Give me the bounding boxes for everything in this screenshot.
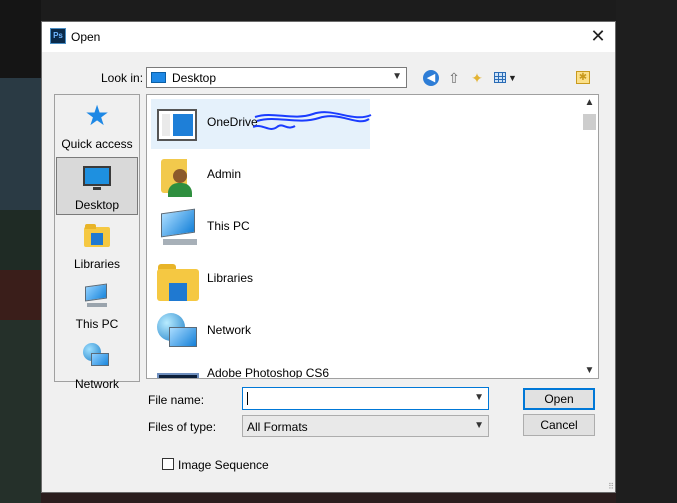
- resize-grip-icon[interactable]: ⠿: [608, 483, 614, 491]
- chevron-down-icon[interactable]: ▼: [474, 392, 484, 403]
- vertical-scrollbar[interactable]: ▲ ▼: [581, 95, 598, 378]
- list-item[interactable]: Admin: [151, 151, 571, 201]
- image-sequence-label[interactable]: Image Sequence: [178, 458, 269, 472]
- desktop-icon: [83, 166, 111, 190]
- cancel-button[interactable]: Cancel: [523, 414, 595, 436]
- chevron-down-icon: ▼: [474, 420, 484, 431]
- place-label: Libraries: [73, 257, 121, 271]
- libraries-icon: [84, 223, 110, 247]
- list-item[interactable]: This PC: [151, 203, 571, 253]
- background-app-right: [616, 0, 677, 503]
- onedrive-folder-icon: [157, 105, 197, 145]
- place-network[interactable]: Network: [56, 337, 138, 395]
- computer-icon: [83, 283, 111, 309]
- open-dialog: Ps Open ✕ Look in: Desktop ▼ ◀ ⇧ ✦ ▼ ✱ ★…: [41, 21, 616, 493]
- file-name: This PC: [207, 219, 250, 233]
- network-icon: [157, 313, 197, 353]
- dialog-title: Open: [71, 30, 101, 44]
- file-list[interactable]: OneDrive Admin This PC Libraries Network…: [146, 94, 599, 379]
- file-type-dropdown[interactable]: All Formats ▼: [242, 415, 489, 437]
- list-item[interactable]: Ps Adobe Photoshop CS6: [151, 359, 571, 379]
- list-item[interactable]: Network: [151, 307, 571, 357]
- places-sidebar: ★ Quick access Desktop Libraries This PC…: [54, 94, 140, 391]
- new-folder-icon[interactable]: ✦: [468, 69, 486, 87]
- star-icon: ★: [84, 100, 110, 131]
- look-in-value: Desktop: [172, 71, 217, 85]
- desktop-icon: [151, 72, 166, 83]
- chevron-up-icon[interactable]: ▲: [581, 97, 598, 108]
- file-type-label: Files of type:: [148, 420, 217, 434]
- redaction-scribble: [253, 111, 372, 130]
- up-one-level-icon[interactable]: ⇧: [445, 69, 463, 87]
- chevron-down-icon: ▼: [392, 71, 402, 82]
- scrollbar-thumb[interactable]: [583, 114, 596, 130]
- file-name-input[interactable]: ▼: [242, 387, 489, 410]
- chevron-down-icon: ▼: [508, 73, 517, 83]
- look-in-dropdown[interactable]: Desktop ▼: [146, 67, 407, 88]
- place-quick-access[interactable]: ★ Quick access: [56, 97, 138, 155]
- back-arrow-icon[interactable]: ◀: [423, 70, 439, 86]
- computer-icon: [157, 208, 197, 249]
- place-label: Quick access: [61, 137, 133, 151]
- photoshop-app-icon: Ps: [50, 28, 66, 44]
- place-this-pc[interactable]: This PC: [56, 277, 138, 335]
- place-label: This PC: [75, 317, 119, 331]
- place-label: Desktop: [74, 198, 120, 212]
- view-menu-icon[interactable]: ▼: [493, 69, 519, 87]
- background-panel: [0, 210, 41, 270]
- background-panel: [0, 320, 41, 503]
- file-name-label: File name:: [148, 393, 205, 407]
- file-name: Libraries: [207, 271, 254, 285]
- open-button[interactable]: Open: [523, 388, 595, 410]
- list-item[interactable]: OneDrive: [151, 99, 372, 149]
- file-type-value: All Formats: [247, 420, 308, 434]
- file-name: Network: [207, 323, 252, 337]
- place-desktop[interactable]: Desktop: [56, 157, 138, 215]
- list-item[interactable]: Libraries: [151, 255, 571, 305]
- user-folder-icon: [157, 157, 197, 197]
- grid-view-icon: [494, 72, 506, 83]
- chevron-down-icon[interactable]: ▼: [581, 365, 598, 376]
- libraries-icon: [157, 261, 199, 301]
- background-app-left: [0, 0, 41, 503]
- title-bar[interactable]: Ps Open ✕: [42, 22, 615, 52]
- place-label: Network: [74, 377, 119, 391]
- background-panel: [0, 270, 41, 320]
- favorite-folder-icon[interactable]: ✱: [576, 71, 590, 84]
- background-app-bottom: [41, 493, 616, 503]
- image-sequence-checkbox[interactable]: [162, 458, 174, 470]
- file-name: Adobe Photoshop CS6: [207, 366, 330, 379]
- photoshop-shortcut-icon: Ps: [157, 365, 199, 378]
- network-icon: [83, 343, 111, 369]
- file-name: Admin: [207, 167, 242, 181]
- file-name: OneDrive: [207, 115, 258, 129]
- text-cursor: [247, 392, 248, 405]
- look-in-label: Look in:: [101, 71, 144, 85]
- close-icon[interactable]: ✕: [587, 26, 609, 48]
- place-libraries[interactable]: Libraries: [56, 217, 138, 275]
- background-panel: [0, 78, 41, 210]
